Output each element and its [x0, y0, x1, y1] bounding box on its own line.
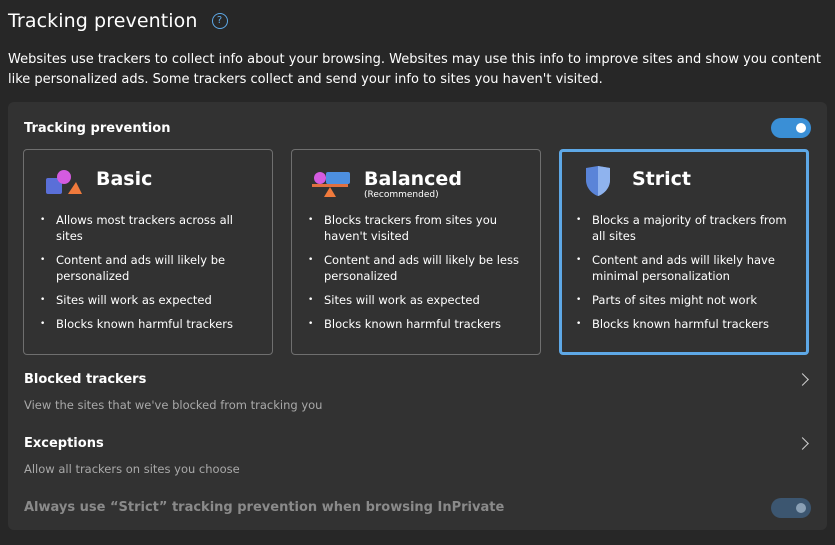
card-balanced-header: Balanced (Recommended)	[310, 164, 462, 200]
list-item: Content and ads will likely be personali…	[38, 252, 260, 284]
blocked-trackers-description: View the sites that we've blocked from t…	[24, 398, 323, 412]
page-description: Websites use trackers to collect info ab…	[8, 52, 821, 87]
exceptions-description: Allow all trackers on sites you choose	[24, 462, 240, 476]
blocked-trackers-row[interactable]: Blocked trackers View the sites that we'…	[8, 372, 827, 424]
card-balanced-bullets: Blocks trackers from sites you haven't v…	[306, 212, 528, 340]
exceptions-title: Exceptions	[24, 436, 104, 451]
tracking-settings-panel: Tracking prevention Basic Allows mos	[8, 102, 827, 530]
card-strict-title: Strict	[632, 168, 691, 190]
list-item: Blocks a majority of trackers from all s…	[574, 212, 794, 244]
list-item: Sites will work as expected	[306, 292, 528, 308]
balance-scale-icon	[310, 164, 350, 200]
blocked-trackers-title: Blocked trackers	[24, 372, 147, 387]
tracking-prevention-label: Tracking prevention	[24, 121, 171, 136]
card-strict[interactable]: Strict Blocks a majority of trackers fro…	[559, 149, 809, 355]
card-basic-header: Basic	[42, 164, 152, 200]
list-item: Content and ads will likely have minimal…	[574, 252, 794, 284]
list-item: Parts of sites might not work	[574, 292, 794, 308]
card-balanced[interactable]: Balanced (Recommended) Blocks trackers f…	[291, 149, 541, 355]
help-icon[interactable]: ?	[211, 13, 228, 29]
list-item: Content and ads will likely be less pers…	[306, 252, 528, 284]
list-item: Blocks known harmful trackers	[306, 316, 528, 332]
inprivate-strict-toggle[interactable]	[771, 498, 811, 518]
basic-shapes-icon	[42, 164, 82, 200]
chevron-right-icon	[796, 437, 809, 450]
list-item: Blocks known harmful trackers	[574, 316, 794, 332]
card-balanced-title: Balanced	[364, 168, 462, 190]
tracking-prevention-page: Tracking prevention ? Websites use track…	[0, 0, 835, 545]
card-basic-bullets: Allows most trackers across all sites Co…	[38, 212, 260, 340]
list-item: Allows most trackers across all sites	[38, 212, 260, 244]
shield-icon	[578, 164, 618, 200]
page-header: Tracking prevention ?	[8, 8, 228, 34]
inprivate-strict-label: Always use “Strict” tracking prevention …	[24, 500, 505, 515]
toggle-knob	[796, 123, 806, 133]
toggle-knob	[796, 503, 806, 513]
list-item: Blocks known harmful trackers	[38, 316, 260, 332]
chevron-right-icon	[796, 373, 809, 386]
card-balanced-subtitle: (Recommended)	[364, 190, 439, 200]
card-strict-header: Strict	[578, 164, 691, 200]
list-item: Sites will work as expected	[38, 292, 260, 308]
card-strict-bullets: Blocks a majority of trackers from all s…	[574, 212, 794, 340]
card-basic-title: Basic	[96, 168, 153, 190]
card-basic[interactable]: Basic Allows most trackers across all si…	[23, 149, 273, 355]
tracking-prevention-toggle[interactable]	[771, 118, 811, 138]
page-title: Tracking prevention	[8, 10, 198, 32]
list-item: Blocks trackers from sites you haven't v…	[306, 212, 528, 244]
exceptions-row[interactable]: Exceptions Allow all trackers on sites y…	[8, 436, 827, 488]
